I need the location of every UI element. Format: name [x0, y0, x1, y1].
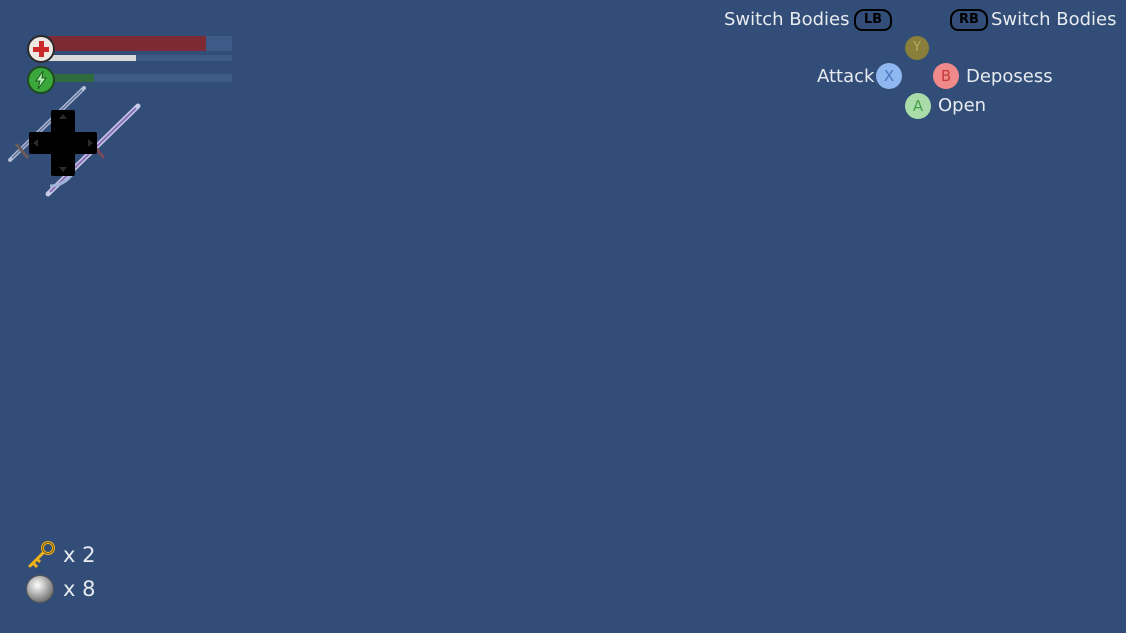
y-button-icon: Y	[905, 36, 929, 60]
orb-count: x 8	[63, 577, 96, 601]
a-label: Open	[938, 95, 987, 116]
rb-button-icon: RB	[950, 9, 988, 31]
dpad-icon	[29, 110, 97, 176]
energy-bar	[48, 74, 232, 82]
x-button-icon: X	[876, 63, 902, 89]
b-label: Deposess	[966, 66, 1053, 87]
health-sub-bar	[48, 55, 232, 61]
a-button-icon: A	[905, 93, 931, 119]
x-label: Attack	[817, 66, 875, 87]
b-button-icon: B	[933, 63, 959, 89]
weapon-slot	[4, 86, 144, 202]
health-cross-icon	[27, 35, 55, 63]
orb-icon	[26, 575, 54, 603]
key-icon	[28, 541, 55, 569]
rb-label: Switch Bodies	[991, 9, 1117, 30]
lb-label: Switch Bodies	[724, 9, 850, 30]
health-bar	[48, 36, 232, 51]
key-count: x 2	[63, 543, 96, 567]
lb-button-icon: LB	[854, 9, 892, 31]
health-sub-bar-fill	[48, 55, 137, 61]
health-bar-fill	[48, 36, 207, 51]
